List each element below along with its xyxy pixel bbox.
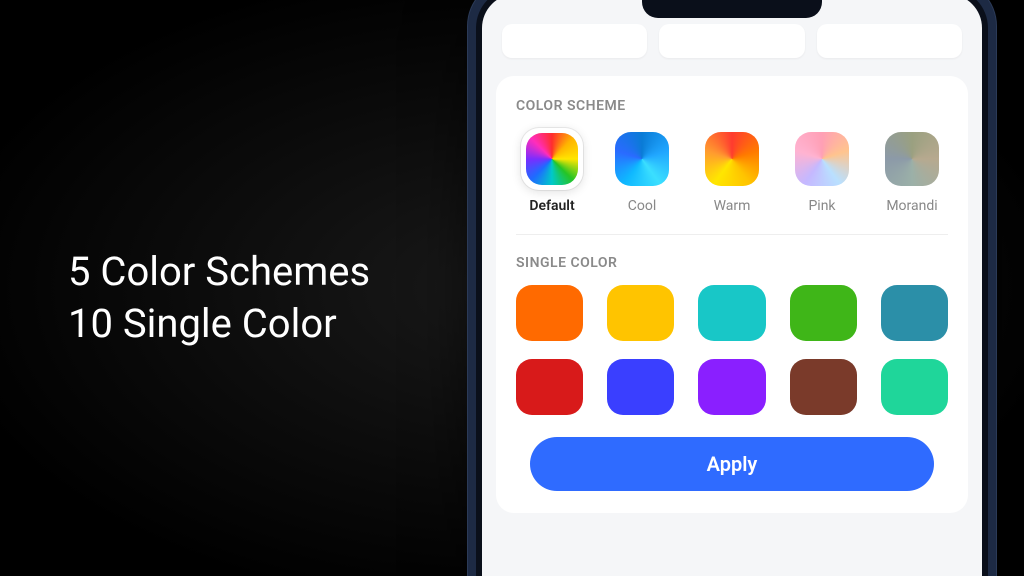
scheme-name-label: Morandi	[886, 198, 937, 214]
phone-screen: COLOR SCHEME DefaultCoolWarmPinkMorandi …	[482, 0, 982, 576]
scheme-name-label: Default	[529, 198, 574, 214]
single-color-swatch[interactable]	[607, 285, 674, 341]
section-label-single: SINGLE COLOR	[516, 255, 948, 271]
single-color-swatch[interactable]	[881, 359, 948, 415]
scheme-option-pink[interactable]: Pink	[786, 128, 858, 214]
scheme-swatch-icon	[795, 132, 849, 186]
scheme-swatch-wrap	[881, 128, 943, 190]
single-color-swatch[interactable]	[790, 285, 857, 341]
top-tab[interactable]	[659, 24, 804, 58]
divider	[516, 234, 948, 235]
single-color-swatch[interactable]	[516, 359, 583, 415]
single-color-swatch[interactable]	[698, 359, 765, 415]
slide-line-2: 10 Single Color	[68, 298, 370, 350]
scheme-swatch-wrap	[791, 128, 853, 190]
single-color-grid	[516, 285, 948, 415]
single-color-swatch[interactable]	[698, 285, 765, 341]
phone-bezel: COLOR SCHEME DefaultCoolWarmPinkMorandi …	[476, 0, 988, 576]
color-settings-card: COLOR SCHEME DefaultCoolWarmPinkMorandi …	[496, 76, 968, 513]
scheme-row: Default Cool Warm Pink Morandi	[516, 128, 948, 214]
scheme-name-label: Pink	[808, 198, 835, 214]
scheme-option-cool[interactable]: Cool	[606, 128, 678, 214]
phone-frame: COLOR SCHEME DefaultCoolWarmPinkMorandi …	[468, 0, 996, 576]
slide-headline: 5 Color Schemes 10 Single Color	[68, 246, 370, 350]
slide-line-1: 5 Color Schemes	[68, 246, 370, 298]
single-color-swatch[interactable]	[881, 285, 948, 341]
scheme-name-label: Cool	[628, 198, 657, 214]
phone-notch	[642, 0, 822, 18]
scheme-swatch-wrap	[521, 128, 583, 190]
single-color-swatch[interactable]	[516, 285, 583, 341]
scheme-option-morandi[interactable]: Morandi	[876, 128, 948, 214]
scheme-swatch-icon	[615, 132, 669, 186]
scheme-name-label: Warm	[714, 198, 751, 214]
top-tab[interactable]	[817, 24, 962, 58]
section-label-scheme: COLOR SCHEME	[516, 98, 948, 114]
scheme-option-warm[interactable]: Warm	[696, 128, 768, 214]
single-color-swatch[interactable]	[607, 359, 674, 415]
single-color-swatch[interactable]	[790, 359, 857, 415]
scheme-swatch-icon	[526, 133, 578, 185]
scheme-option-default[interactable]: Default	[516, 128, 588, 214]
scheme-swatch-icon	[885, 132, 939, 186]
apply-button[interactable]: Apply	[530, 437, 934, 491]
top-tab[interactable]	[502, 24, 647, 58]
scheme-swatch-wrap	[701, 128, 763, 190]
scheme-swatch-icon	[705, 132, 759, 186]
scheme-swatch-wrap	[611, 128, 673, 190]
